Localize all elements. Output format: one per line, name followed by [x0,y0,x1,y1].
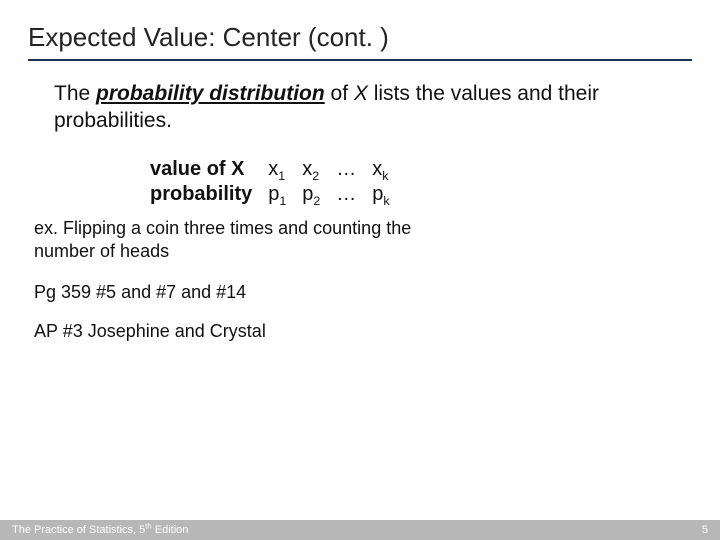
cell-p1-base: p [268,183,279,205]
cell-x1-sub: 1 [278,169,285,183]
footer-title-b: Edition [152,524,189,536]
cell-p2-base: p [302,183,313,205]
intro-mid: of [325,82,354,105]
intro-text: The probability distribution of X lists … [54,81,666,135]
cell-x1-base: x [268,158,278,180]
table-row: value of X x1 x2 … xk [144,157,400,182]
example-text: ex. Flipping a coin three times and coun… [34,217,474,264]
cell-p2: p2 [296,182,330,207]
cell-dots-top: … [330,157,366,182]
intro-before: The [54,82,96,105]
cell-x2-sub: 2 [312,169,319,183]
table-row: probability p1 p2 … pk [144,182,400,207]
cell-xk: xk [366,157,399,182]
cell-x2: x2 [296,157,330,182]
cell-p1-sub: 1 [279,194,286,208]
footer-page-number: 5 [702,524,708,536]
row-label-probability: probability [144,182,262,207]
cell-p1: p1 [262,182,296,207]
ap-reference: AP #3 Josephine and Crystal [34,321,666,342]
cell-pk-base: p [372,183,383,205]
intro-x-variable: X [354,82,368,105]
cell-pk: pk [366,182,399,207]
distribution-table: value of X x1 x2 … xk probability p1 p2 … [144,157,400,207]
footer-book-title: The Practice of Statistics, 5th Edition [12,524,188,536]
cell-p2-sub: 2 [313,194,320,208]
slide-title: Expected Value: Center (cont. ) [28,22,692,61]
cell-dots-bottom: … [330,182,366,207]
row-label-value: value of X [144,157,262,182]
cell-xk-base: x [372,158,382,180]
intro-probability-distribution: probability distribution [96,82,325,105]
footer-title-a: The Practice of Statistics, 5 [12,524,145,536]
page-reference: Pg 359 #5 and #7 and #14 [34,282,666,303]
cell-x1: x1 [262,157,296,182]
cell-xk-sub: k [382,169,388,183]
cell-x2-base: x [302,158,312,180]
cell-pk-sub: k [383,194,389,208]
slide-footer: The Practice of Statistics, 5th Edition … [0,520,720,540]
